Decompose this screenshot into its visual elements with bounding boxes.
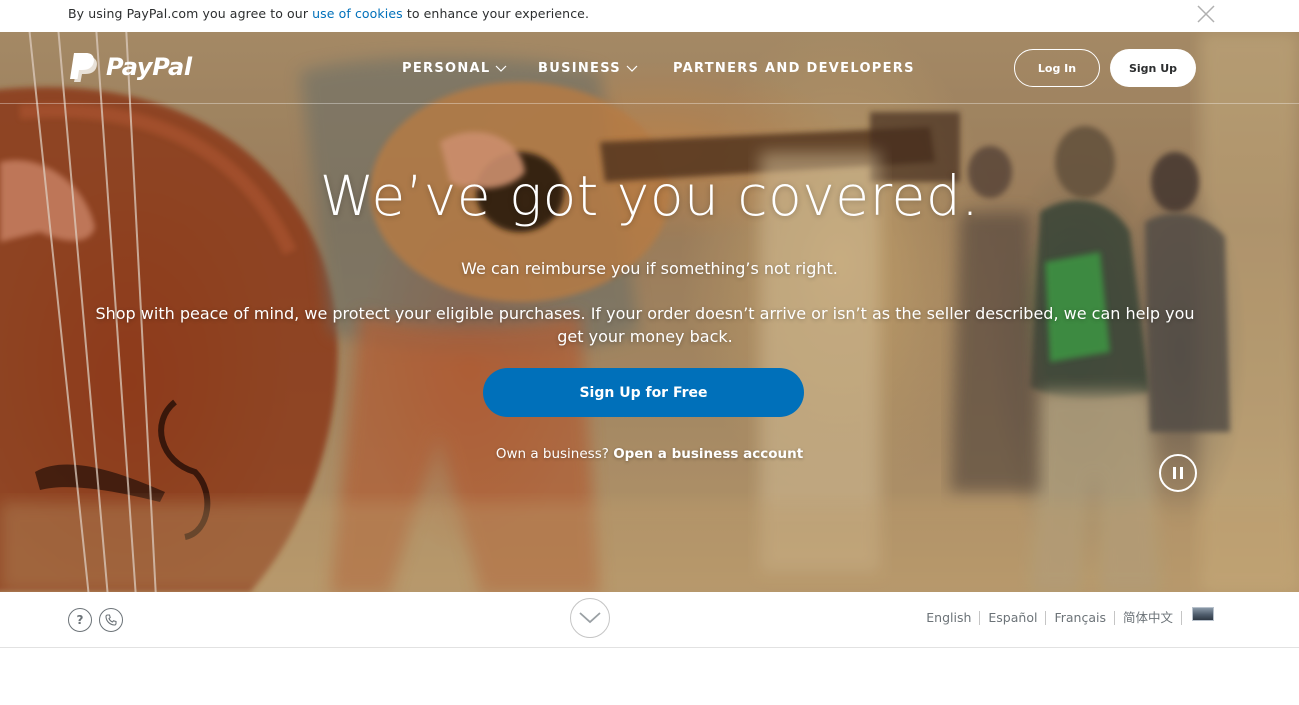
cookie-message: By using PayPal.com you agree to our use…	[68, 6, 589, 21]
phone-icon[interactable]	[99, 608, 123, 632]
hero-section: PayPal PERSONAL BUSINESS PARTNERS AND DE…	[0, 32, 1299, 592]
language-chinese[interactable]: 简体中文	[1115, 611, 1182, 625]
page-content-below	[0, 648, 1299, 705]
login-button[interactable]: Log In	[1014, 49, 1100, 87]
main-navigation: PayPal PERSONAL BUSINESS PARTNERS AND DE…	[0, 32, 1299, 104]
nav-partners-developers[interactable]: PARTNERS AND DEVELOPERS	[673, 61, 915, 76]
language-francais[interactable]: Français	[1046, 611, 1115, 625]
chevron-down-icon	[626, 65, 638, 72]
language-selector: English Español Français 简体中文	[926, 607, 1214, 625]
brand-name: PayPal	[106, 53, 192, 81]
language-english[interactable]: English	[926, 611, 981, 625]
cookie-banner: By using PayPal.com you agree to our use…	[0, 0, 1299, 32]
close-icon[interactable]	[1194, 2, 1218, 26]
business-prompt: Own a business? Open a business account	[0, 446, 1299, 462]
utility-bar: ? English Español Français 简体中文	[0, 592, 1299, 648]
hero-description: Shop with peace of mind, we protect your…	[95, 304, 1195, 346]
paypal-p-icon	[70, 53, 97, 82]
nav-business-label: BUSINESS	[538, 61, 621, 76]
signup-button[interactable]: Sign Up	[1110, 49, 1196, 87]
business-prompt-text: Own a business?	[495, 446, 609, 462]
cookie-policy-link[interactable]: use of cookies	[312, 6, 403, 21]
help-icon[interactable]: ?	[68, 608, 92, 632]
scroll-down-button[interactable]	[570, 598, 610, 638]
nav-partners-label: PARTNERS AND DEVELOPERS	[673, 61, 915, 76]
hero-subheadline: We can reimburse you if something’s not …	[461, 259, 838, 278]
cookie-text-before: By using PayPal.com you agree to our	[68, 6, 313, 21]
paypal-logo[interactable]: PayPal	[68, 50, 208, 84]
signup-free-button[interactable]: Sign Up for Free	[483, 368, 804, 417]
cookie-text-after: to enhance your experience.	[402, 6, 590, 21]
nav-personal-label: PERSONAL	[402, 61, 491, 76]
pause-icon[interactable]	[1159, 454, 1197, 492]
nav-business[interactable]: BUSINESS	[538, 61, 638, 76]
open-business-account-link[interactable]: Open a business account	[613, 446, 803, 462]
language-espanol[interactable]: Español	[980, 611, 1047, 625]
nav-personal[interactable]: PERSONAL	[402, 61, 507, 76]
country-flag-icon[interactable]	[1192, 607, 1214, 621]
chevron-down-icon	[579, 612, 601, 624]
chevron-down-icon	[496, 65, 507, 72]
hero-headline: We’ve got you covered.	[319, 164, 980, 228]
